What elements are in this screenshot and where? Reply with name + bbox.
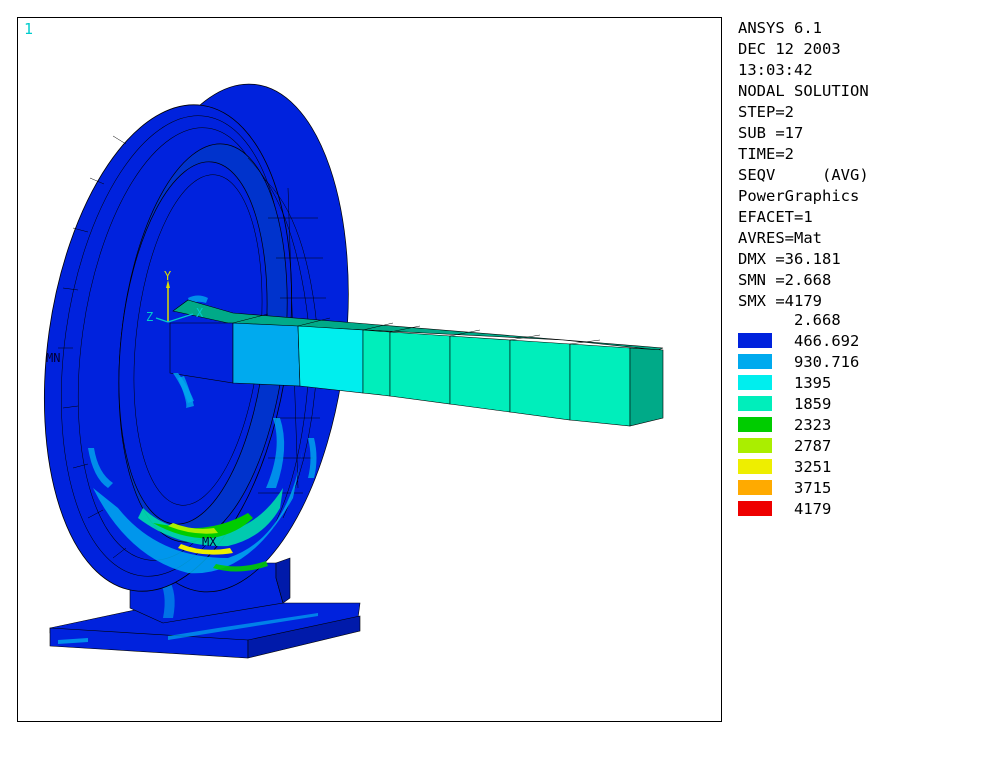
legend-value: 1859 [794,395,832,413]
legend-swatch [738,501,772,516]
beam-seg-1 [169,322,234,384]
legend-rows: 466.692 930.716 1395 1859 2323 2787 3251 3715 41… [738,331,978,520]
legend-swatch [738,417,772,432]
beam-end-face [629,347,664,427]
beam-seg-5 [389,331,451,405]
fea-model-plot[interactable]: Y Z X MN MX [18,18,721,721]
info-line: SMX =4179 [738,292,822,310]
info-line: SMN =2.668 [738,271,832,289]
axis-label-z: Z [146,310,153,324]
graphics-viewport[interactable]: 1 Y Z X MN MX [17,17,722,722]
legend-value: 2787 [794,437,832,455]
beam-seg-2 [232,322,301,387]
legend-value: 930.716 [794,353,860,371]
legend-row: 2323 [738,415,978,436]
legend-row: 3715 [738,478,978,499]
legend-value: 4179 [794,500,832,518]
legend-swatch [738,459,772,474]
info-line: AVRES=Mat [738,229,822,247]
info-line: TIME=2 [738,145,794,163]
beam-seg-6 [449,335,511,413]
solution-info-panel: ANSYS 6.1 DEC 12 2003 13:03:42 NODAL SOLUTI… [738,18,978,312]
info-line: 13:03:42 [738,61,813,79]
legend-swatch [738,375,772,390]
legend-row: 3251 [738,457,978,478]
legend-swatch [738,396,772,411]
axis-label-x: X [196,306,204,320]
info-line: EFACET=1 [738,208,813,226]
legend-row: 1395 [738,373,978,394]
legend-value: 466.692 [794,332,860,350]
legend-row: 4179 [738,499,978,520]
info-line: NODAL SOLUTION [738,82,869,100]
min-marker: MN [46,351,60,365]
info-line: DMX =36.181 [738,250,841,268]
info-line: PowerGraphics [738,187,860,205]
info-line: ANSYS 6.1 [738,19,822,37]
beam-seg-4 [362,329,391,397]
legend-swatch [738,480,772,495]
legend-row: 466.692 [738,331,978,352]
info-line: STEP=2 [738,103,794,121]
legend-value: 2323 [794,416,832,434]
beam-seg-7 [509,339,571,421]
legend-swatch [738,438,772,453]
legend-swatch [738,354,772,369]
legend-value: 3251 [794,458,832,476]
legend-value: 3715 [794,479,832,497]
legend-row: 930.716 [738,352,978,373]
contour-legend: 2.668 466.692 930.716 1395 1859 2323 2787 3251… [738,310,978,520]
axis-label-y: Y [164,269,172,283]
legend-swatch [738,333,772,348]
info-line: DEC 12 2003 [738,40,841,58]
legend-row: 1859 [738,394,978,415]
info-line: SUB =17 [738,124,804,142]
legend-min-label: 2.668 [794,311,841,329]
legend-value: 1395 [794,374,832,392]
legend-row: 2787 [738,436,978,457]
max-marker: MX [202,535,217,549]
beam-seg-8 [569,343,631,427]
info-line: SEQV (AVG) [738,166,869,184]
beam-seg-3 [297,325,364,394]
